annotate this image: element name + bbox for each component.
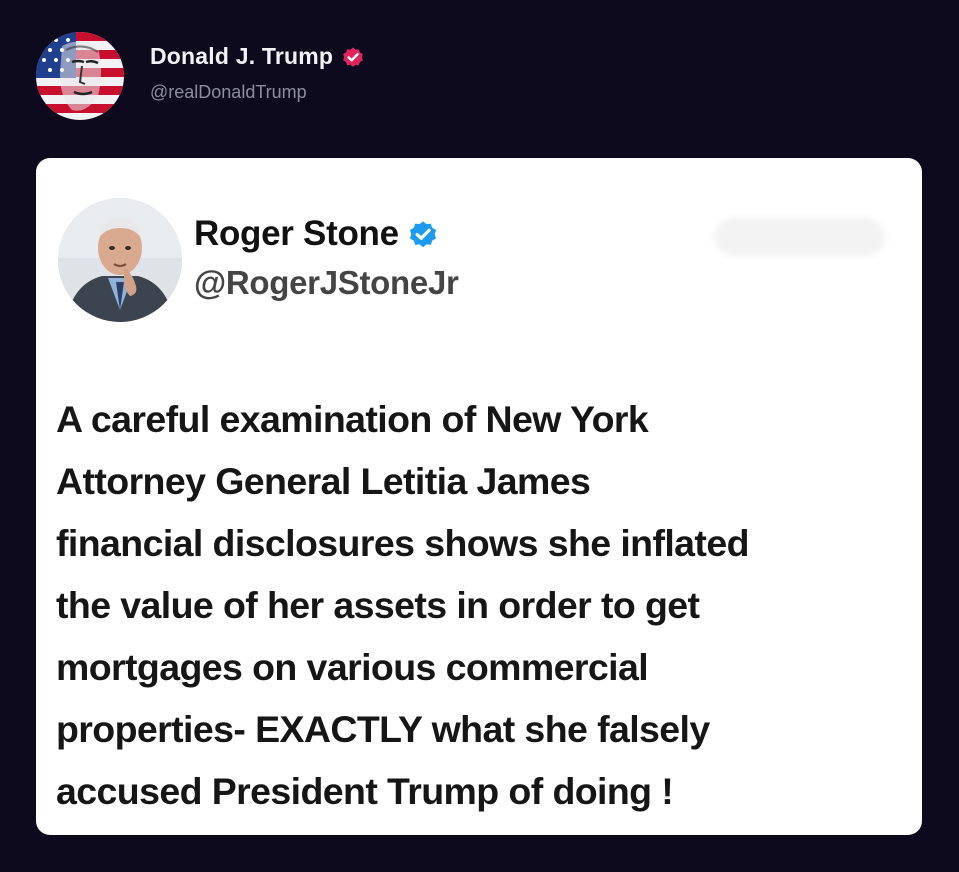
author-handle[interactable]: @realDonaldTrump: [150, 82, 365, 103]
quoted-author-name[interactable]: Roger Stone: [194, 214, 399, 254]
avatar[interactable]: [36, 32, 124, 120]
quoted-author-handle[interactable]: @RogerJStoneJr: [194, 264, 459, 302]
quoted-post-card[interactable]: Roger Stone @RogerJStoneJr A careful exa…: [36, 158, 922, 835]
post-author-meta: Donald J. Trump @realDonaldTrump: [150, 43, 365, 103]
quoted-name-row: Roger Stone: [194, 214, 459, 254]
author-name-row: Donald J. Trump: [150, 43, 365, 70]
blue-verified-badge-icon: [407, 218, 439, 250]
quoted-post-text: A careful examination of New York Attorn…: [56, 398, 749, 812]
flag-face-avatar-icon: [36, 32, 124, 120]
author-name[interactable]: Donald J. Trump: [150, 43, 333, 70]
man-in-suit-photo-avatar-icon: [58, 198, 182, 322]
pink-verified-badge-icon: [341, 45, 365, 69]
post-header: Donald J. Trump @realDonaldTrump: [36, 30, 365, 122]
quoted-author-meta: Roger Stone @RogerJStoneJr: [194, 214, 459, 302]
blurred-follow-button[interactable]: [714, 218, 886, 256]
quoted-avatar[interactable]: [58, 198, 182, 322]
